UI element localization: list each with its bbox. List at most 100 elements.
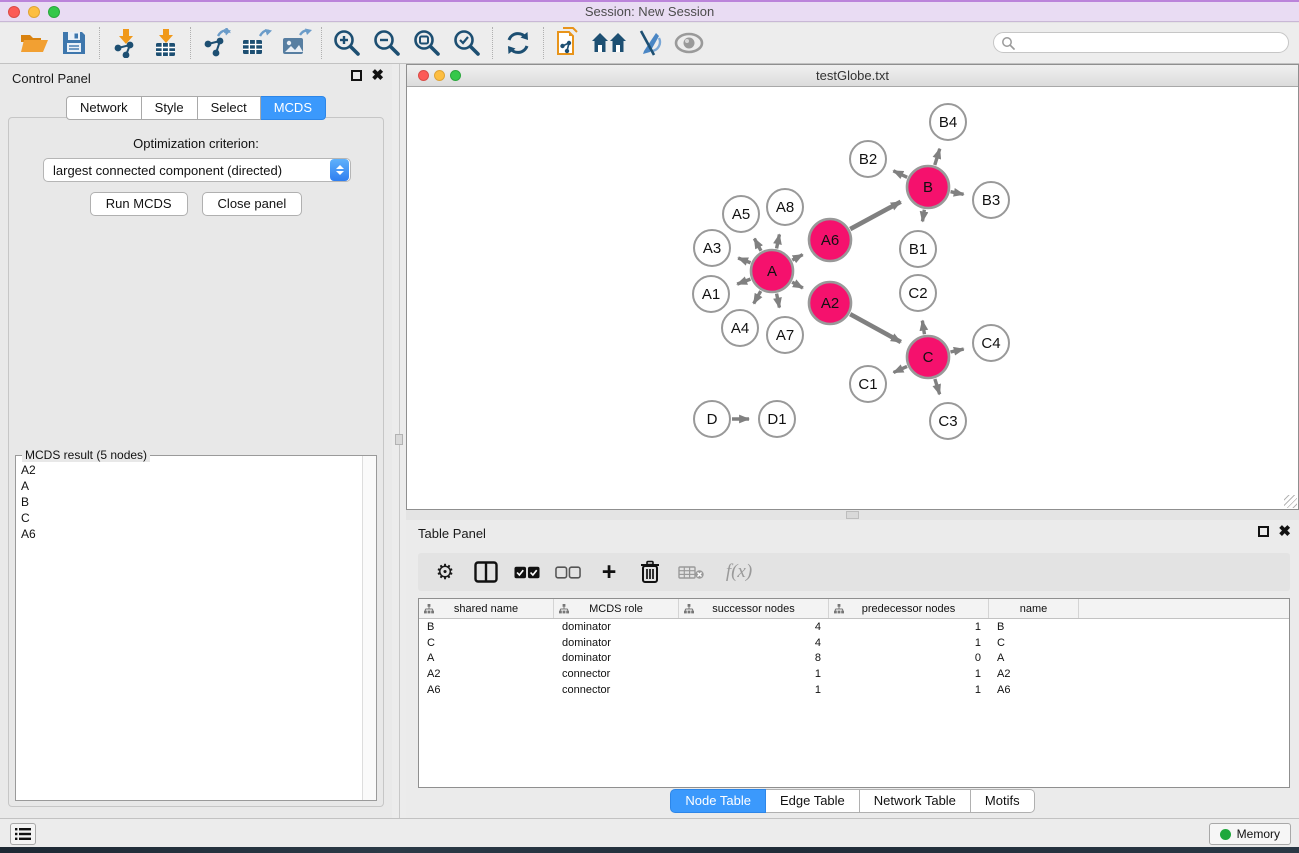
panel-splitter-horizontal[interactable] (406, 510, 1299, 520)
create-column-icon[interactable]: + (596, 558, 622, 586)
graph-node-D1[interactable]: D1 (759, 401, 795, 437)
graph-node-A3[interactable]: A3 (694, 230, 730, 266)
graph-node-B1[interactable]: B1 (900, 231, 936, 267)
graph-node-C2[interactable]: C2 (900, 275, 936, 311)
graph-edge-A-A7[interactable] (777, 294, 780, 308)
column-header-successor-nodes[interactable]: successor nodes (679, 599, 829, 618)
graph-edge-A6-B[interactable] (850, 202, 901, 229)
column-settings-icon[interactable]: ⚙ (432, 558, 458, 586)
select-all-columns-icon[interactable] (514, 558, 540, 586)
graph-edge-B-B1[interactable] (922, 210, 924, 222)
table-cell[interactable]: A6 (989, 684, 1079, 696)
graph-edge-B-B4[interactable] (935, 149, 940, 165)
tab-motifs[interactable]: Motifs (971, 789, 1035, 813)
graph-node-A4[interactable]: A4 (722, 310, 758, 346)
table-row[interactable]: Bdominator41B (419, 619, 1289, 635)
graph-node-A1[interactable]: A1 (693, 276, 729, 312)
table-cell[interactable]: A6 (419, 684, 554, 696)
close-table-panel-icon[interactable]: ✖ (1278, 526, 1291, 537)
table-cell[interactable]: 0 (829, 652, 989, 664)
graph-edge-C-C4[interactable] (950, 349, 963, 352)
table-cell[interactable]: 8 (679, 652, 829, 664)
graph-edge-A-A1[interactable] (737, 279, 750, 284)
tab-network[interactable]: Network (66, 96, 142, 120)
column-header-MCDS-role[interactable]: MCDS role (554, 599, 679, 618)
graph-node-A[interactable]: A (751, 250, 793, 292)
table-cell[interactable]: 1 (679, 668, 829, 680)
graph-edge-A2-C[interactable] (850, 314, 901, 342)
float-panel-icon[interactable] (351, 70, 362, 81)
close-network-window-button[interactable] (418, 70, 429, 81)
resize-grip-icon[interactable] (1284, 495, 1297, 508)
show-column-panel-icon[interactable] (473, 558, 499, 586)
table-cell[interactable]: C (989, 637, 1079, 649)
graph-node-B3[interactable]: B3 (973, 182, 1009, 218)
maximize-network-window-button[interactable] (450, 70, 461, 81)
column-header-name[interactable]: name (989, 599, 1079, 618)
mcds-result-item[interactable]: A6 (21, 526, 362, 542)
export-network-icon[interactable] (196, 26, 236, 60)
table-cell[interactable]: dominator (554, 637, 679, 649)
clone-network-icon[interactable] (549, 26, 589, 60)
tab-edge-table[interactable]: Edge Table (766, 789, 860, 813)
table-row[interactable]: A2connector11A2 (419, 666, 1289, 682)
tab-style[interactable]: Style (142, 96, 198, 120)
graph-node-A2[interactable]: A2 (809, 282, 851, 324)
node-table[interactable]: shared nameMCDS rolesuccessor nodesprede… (418, 598, 1290, 788)
table-cell[interactable]: 1 (679, 684, 829, 696)
export-table-icon[interactable] (236, 26, 276, 60)
result-scrollbar[interactable] (362, 456, 376, 800)
zoom-fit-icon[interactable] (407, 26, 447, 60)
table-cell[interactable]: 1 (829, 621, 989, 633)
minimize-network-window-button[interactable] (434, 70, 445, 81)
show-graphics-details-icon[interactable] (669, 26, 709, 60)
mcds-result-item[interactable]: C (21, 510, 362, 526)
graph-edge-C-C1[interactable] (894, 366, 907, 372)
table-cell[interactable]: connector (554, 668, 679, 680)
table-cell[interactable]: 1 (829, 637, 989, 649)
zoom-in-icon[interactable] (327, 26, 367, 60)
table-cell[interactable]: B (989, 621, 1079, 633)
graph-edge-A-A3[interactable] (738, 258, 750, 263)
column-header-shared-name[interactable]: shared name (419, 599, 554, 618)
zoom-selected-icon[interactable] (447, 26, 487, 60)
graph-node-A7[interactable]: A7 (767, 317, 803, 353)
column-header-predecessor-nodes[interactable]: predecessor nodes (829, 599, 989, 618)
refresh-icon[interactable] (498, 26, 538, 60)
graph-node-C1[interactable]: C1 (850, 366, 886, 402)
table-cell[interactable]: B (419, 621, 554, 633)
table-cell[interactable]: dominator (554, 621, 679, 633)
table-row[interactable]: Adominator80A (419, 650, 1289, 666)
graph-node-C4[interactable]: C4 (973, 325, 1009, 361)
graph-node-B4[interactable]: B4 (930, 104, 966, 140)
float-table-panel-icon[interactable] (1258, 526, 1269, 537)
table-cell[interactable]: dominator (554, 652, 679, 664)
panel-splitter-vertical[interactable] (392, 64, 406, 818)
graph-edge-A-A5[interactable] (754, 239, 761, 251)
graph-node-A8[interactable]: A8 (767, 189, 803, 225)
import-network-icon[interactable] (105, 26, 145, 60)
run-mcds-button[interactable]: Run MCDS (90, 192, 188, 216)
criterion-dropdown[interactable]: largest connected component (directed) (43, 158, 351, 182)
graph-node-B[interactable]: B (907, 166, 949, 208)
search-field[interactable] (993, 32, 1289, 53)
tab-node-table[interactable]: Node Table (670, 789, 766, 813)
close-window-button[interactable] (8, 6, 20, 18)
table-cell[interactable]: A (419, 652, 554, 664)
table-row[interactable]: A6connector11A6 (419, 682, 1289, 698)
tab-network-table[interactable]: Network Table (860, 789, 971, 813)
graph-node-C[interactable]: C (907, 336, 949, 378)
mcds-result-item[interactable]: A2 (21, 462, 362, 478)
graph-edge-A-A6[interactable] (792, 255, 802, 261)
task-history-button[interactable] (10, 823, 36, 845)
close-panel-icon[interactable]: ✖ (371, 70, 384, 81)
delete-column-icon[interactable] (637, 558, 663, 586)
search-input[interactable] (1015, 34, 1288, 51)
table-cell[interactable]: C (419, 637, 554, 649)
table-cell[interactable]: 1 (829, 684, 989, 696)
graph-edge-A-A4[interactable] (754, 291, 761, 304)
table-cell[interactable]: A (989, 652, 1079, 664)
graph-edge-C-C2[interactable] (922, 321, 924, 335)
graph-edge-B-B2[interactable] (893, 171, 907, 177)
network-window-titlebar[interactable]: testGlobe.txt (407, 65, 1298, 87)
